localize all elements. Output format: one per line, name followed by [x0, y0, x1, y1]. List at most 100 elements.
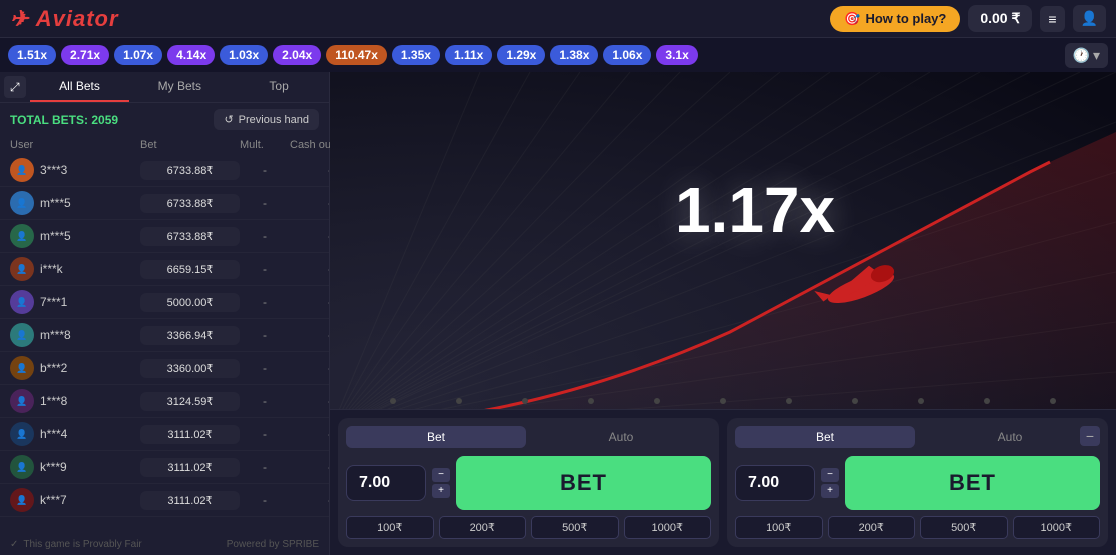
table-row: 👤 m***8 3366.94₹ - - [0, 319, 329, 352]
mult-badge[interactable]: 1.03x [220, 45, 268, 65]
bet-tab-1[interactable]: Bet [346, 426, 526, 448]
bet-input-row-1: − + BET [346, 456, 711, 510]
main-layout: ⤢ All Bets My Bets Top TOTAL BETS: 2059 … [0, 72, 1116, 555]
bet-amount: 6733.88₹ [140, 194, 240, 213]
bet-cash: - [290, 295, 329, 309]
table-row: 👤 k***7 3111.02₹ - - [0, 484, 329, 517]
dot [1050, 398, 1056, 404]
dot [852, 398, 858, 404]
dot [720, 398, 726, 404]
bet-mult: - [240, 493, 290, 507]
tab-all-bets[interactable]: All Bets [30, 72, 130, 102]
dot [918, 398, 924, 404]
quick-200-1[interactable]: 200₹ [439, 516, 527, 539]
how-to-play-button[interactable]: 🎯 How to play? [830, 6, 960, 32]
table-row: 👤 b***2 3360.00₹ - - [0, 352, 329, 385]
bet-amount-input-2[interactable] [735, 465, 815, 501]
minimize-button-2[interactable]: − [1080, 426, 1100, 446]
bet-cash: - [290, 229, 329, 243]
history-button[interactable]: 🕐 ▾ [1065, 43, 1108, 68]
avatar: 👤 [10, 290, 34, 314]
mult-badge[interactable]: 4.14x [167, 45, 215, 65]
menu-button[interactable]: ≡ [1040, 6, 1064, 32]
bets-header: TOTAL BETS: 2059 ↺ Previous hand [0, 103, 329, 136]
increment-btn-2[interactable]: + [821, 484, 839, 498]
mult-badge[interactable]: 1.51x [8, 45, 56, 65]
bet-cash: - [290, 361, 329, 375]
decrement-btn-1[interactable]: − [432, 468, 450, 482]
bet-panel-2: Bet Auto − + BET 100₹ 200₹ 500₹ 1000₹ [727, 418, 1108, 547]
header: ✈ Aviator 🎯 How to play? 0.00 ₹ ≡ 👤 [0, 0, 1116, 38]
bet-user: 👤 m***5 [10, 191, 140, 215]
bets-list: 👤 3***3 6733.88₹ - - 👤 m***5 6733.88₹ - … [0, 154, 329, 534]
table-row: 👤 i***k 6659.15₹ - - [0, 253, 329, 286]
quick-amounts-2: 100₹ 200₹ 500₹ 1000₹ [735, 516, 1100, 539]
avatar: 👤 [10, 356, 34, 380]
auto-tab-2[interactable]: Auto [920, 426, 1100, 448]
dot [654, 398, 660, 404]
quick-100-1[interactable]: 100₹ [346, 516, 434, 539]
increment-btn-1[interactable]: + [432, 484, 450, 498]
bet-user: 👤 k***7 [10, 488, 140, 512]
bets-table-header: User Bet Mult. Cash out [0, 136, 329, 154]
avatar: 👤 [10, 257, 34, 281]
bet-amount: 6659.15₹ [140, 260, 240, 279]
avatar: 👤 [10, 488, 34, 512]
left-panel: ⤢ All Bets My Bets Top TOTAL BETS: 2059 … [0, 72, 330, 555]
plane-icon [800, 250, 920, 320]
bet-user: 👤 k***9 [10, 455, 140, 479]
mult-badge[interactable]: 1.38x [550, 45, 598, 65]
footer-note: ✓ This game is Provably Fair Powered by … [0, 534, 329, 555]
tab-top[interactable]: Top [229, 72, 329, 102]
account-button[interactable]: 👤 [1073, 5, 1106, 32]
bet-amount-input-1[interactable] [346, 465, 426, 501]
col-bet: Bet [140, 139, 240, 151]
bet-controls: Bet Auto − + BET 100₹ 200₹ 500₹ 1000₹ [330, 409, 1116, 555]
bet-mult: - [240, 328, 290, 342]
bet-input-row-2: − + BET [735, 456, 1100, 510]
bet-mult: - [240, 262, 290, 276]
dot [522, 398, 528, 404]
expand-icon-button[interactable]: ⤢ [4, 76, 26, 98]
bet-button-2[interactable]: BET [845, 456, 1100, 510]
refresh-icon: ↺ [224, 113, 233, 126]
decrement-btn-2[interactable]: − [821, 468, 839, 482]
quick-500-2[interactable]: 500₹ [920, 516, 1008, 539]
col-mult: Mult. [240, 139, 290, 151]
mult-badge[interactable]: 2.71x [61, 45, 109, 65]
mult-badge[interactable]: 1.07x [114, 45, 162, 65]
menu-icon: ≡ [1048, 11, 1056, 27]
dots-row [330, 398, 1116, 404]
table-row: 👤 1***8 3124.59₹ - - [0, 385, 329, 418]
bet-amount: 3366.94₹ [140, 326, 240, 345]
mult-badge[interactable]: 1.29x [497, 45, 545, 65]
bet-user: 👤 b***2 [10, 356, 140, 380]
dot [390, 398, 396, 404]
quick-1000-2[interactable]: 1000₹ [1013, 516, 1101, 539]
mult-badge[interactable]: 1.35x [392, 45, 440, 65]
header-right: 🎯 How to play? 0.00 ₹ ≡ 👤 [830, 5, 1106, 32]
account-icon: 👤 [1081, 10, 1098, 26]
bet-mult: - [240, 196, 290, 210]
game-canvas: 1.17x [330, 72, 1116, 409]
mult-badge[interactable]: 110.47x [326, 45, 387, 65]
mult-badge[interactable]: 1.06x [603, 45, 651, 65]
auto-tab-1[interactable]: Auto [531, 426, 711, 448]
quick-1000-1[interactable]: 1000₹ [624, 516, 712, 539]
mult-badge[interactable]: 3.1x [656, 45, 697, 65]
mult-badge[interactable]: 2.04x [273, 45, 321, 65]
bet-cash: - [290, 328, 329, 342]
tab-my-bets[interactable]: My Bets [129, 72, 229, 102]
quick-500-1[interactable]: 500₹ [531, 516, 619, 539]
bet-tab-2[interactable]: Bet [735, 426, 915, 448]
balance-display: 0.00 ₹ [968, 5, 1032, 32]
bet-panel-1: Bet Auto − + BET 100₹ 200₹ 500₹ 1000₹ [338, 418, 719, 547]
bet-mult: - [240, 361, 290, 375]
quick-100-2[interactable]: 100₹ [735, 516, 823, 539]
quick-200-2[interactable]: 200₹ [828, 516, 916, 539]
table-row: 👤 m***5 6733.88₹ - - [0, 220, 329, 253]
bet-mult: - [240, 427, 290, 441]
bet-button-1[interactable]: BET [456, 456, 711, 510]
mult-badge[interactable]: 1.11x [445, 45, 492, 65]
previous-hand-button[interactable]: ↺ Previous hand [214, 109, 319, 130]
